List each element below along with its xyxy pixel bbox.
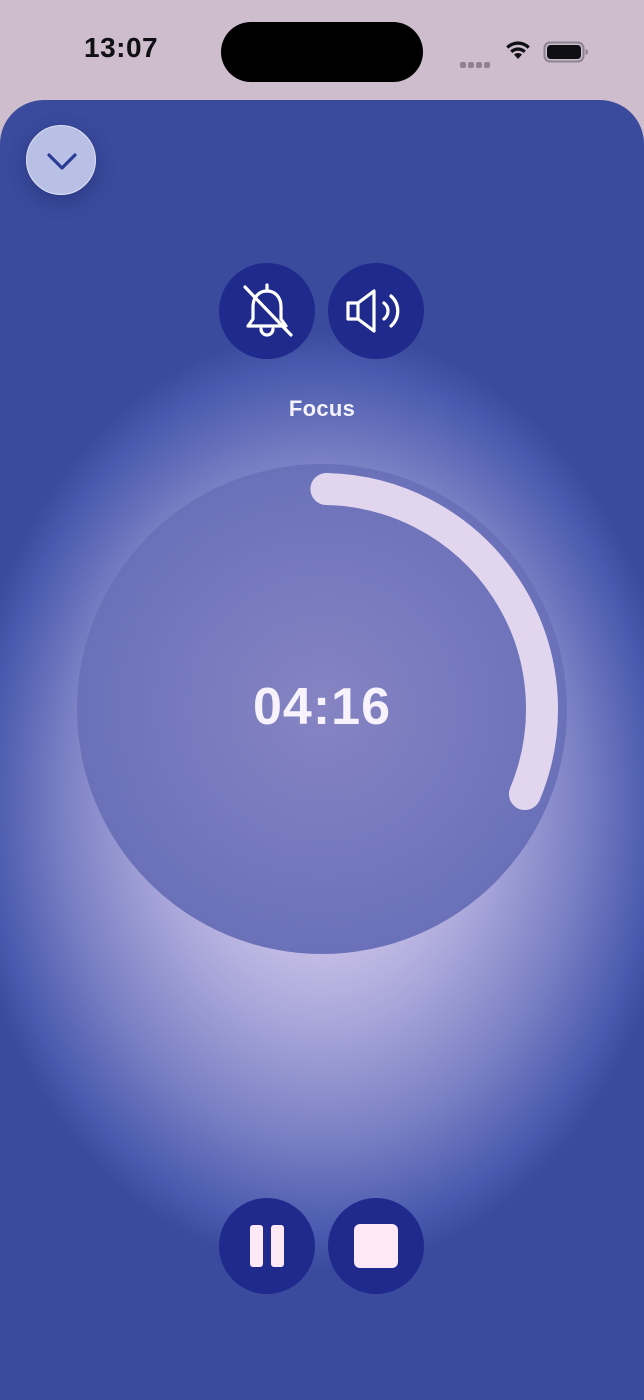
status-time: 13:07 (84, 32, 159, 63)
stop-icon (354, 1224, 398, 1268)
alerts-toggle-button[interactable] (219, 263, 315, 359)
signal-dots-icon (460, 55, 492, 73)
dynamic-island (221, 22, 423, 82)
pause-icon (250, 1225, 284, 1267)
dismiss-button[interactable] (26, 125, 96, 195)
timer-readout: 04:16 (253, 678, 391, 736)
status-bar: 13:07 (0, 0, 644, 100)
pause-button[interactable] (219, 1198, 315, 1294)
stop-button[interactable] (328, 1198, 424, 1294)
session-label: Focus (288, 396, 356, 421)
timer-sheet: Focus 04:16 (0, 100, 644, 1400)
sound-toggle-button[interactable] (328, 263, 424, 359)
chevron-down-icon (47, 153, 77, 170)
battery-icon (543, 41, 588, 63)
wifi-icon (506, 41, 530, 59)
bell-slash-icon (243, 283, 293, 337)
speaker-wave-icon (346, 289, 400, 333)
